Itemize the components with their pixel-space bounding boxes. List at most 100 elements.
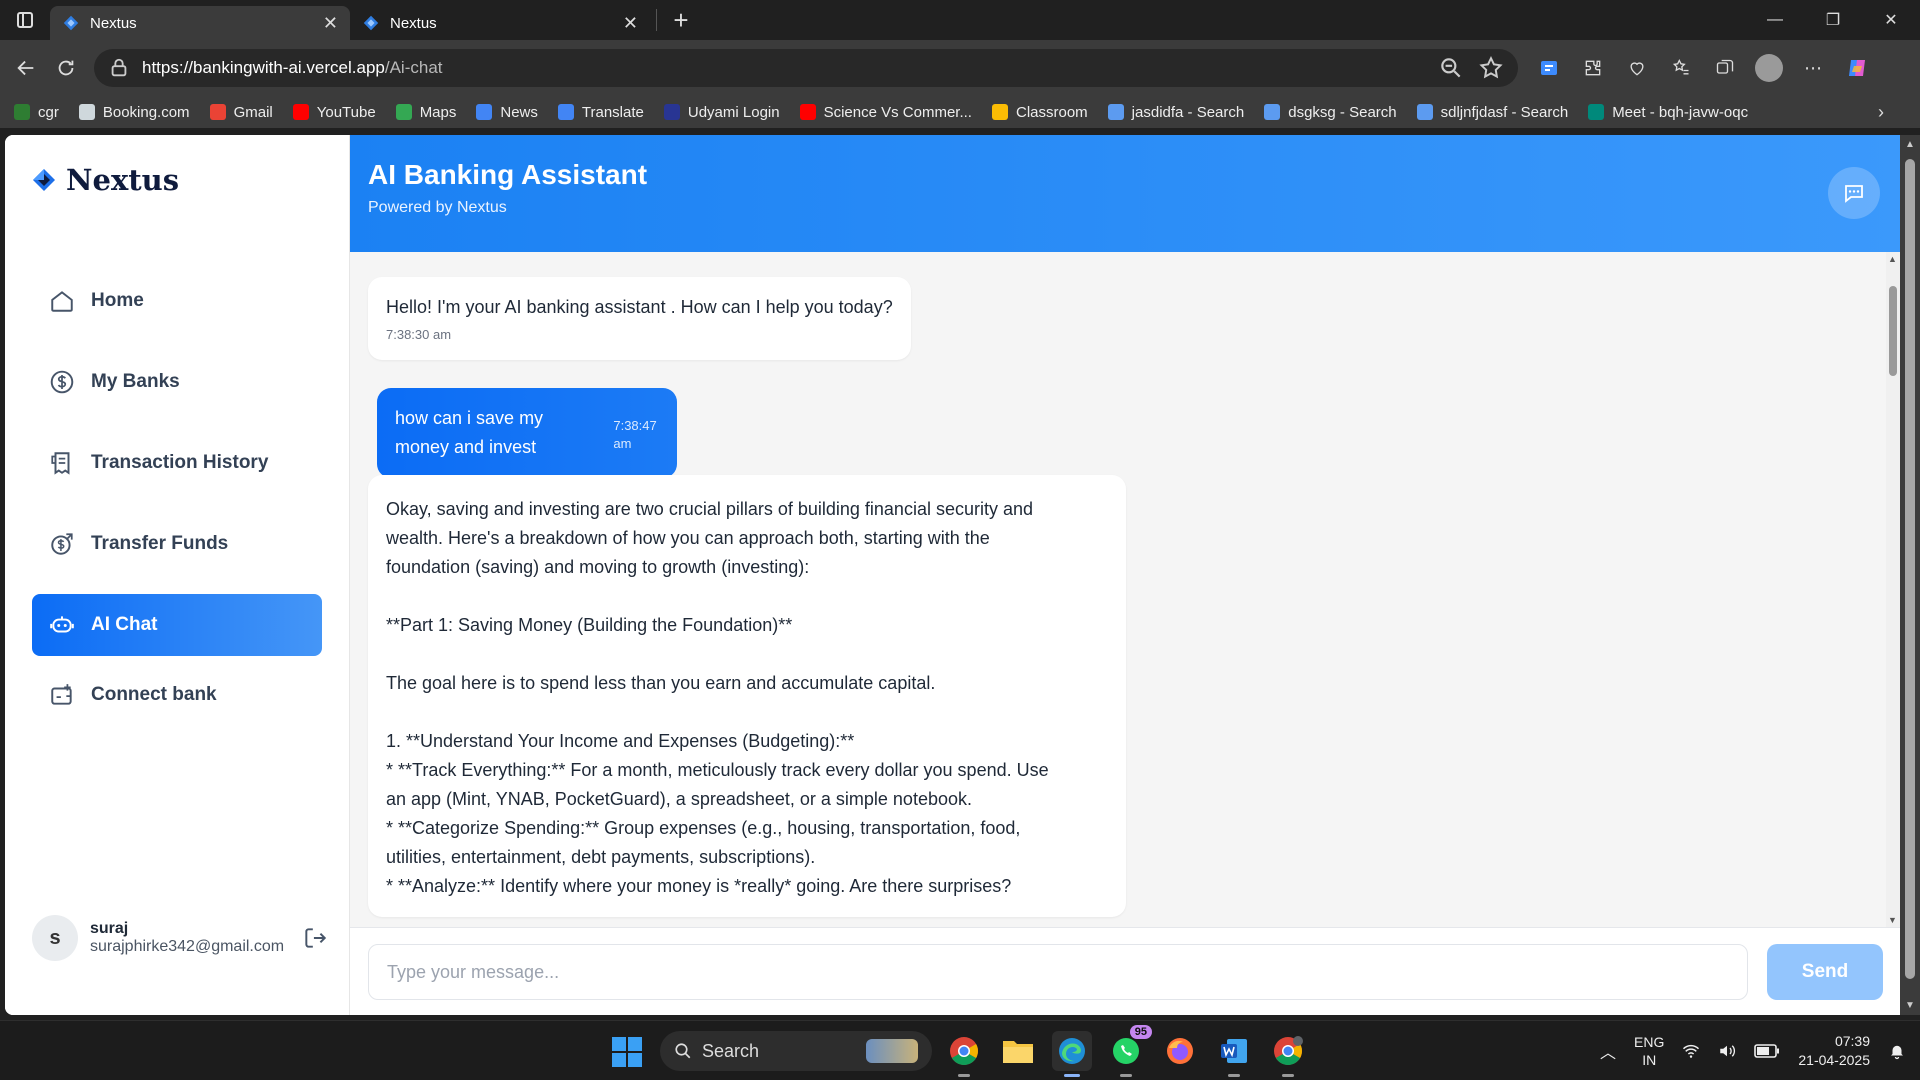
back-button[interactable] <box>8 50 44 86</box>
send-button[interactable]: Send <box>1767 944 1883 1000</box>
message-time: 7:38:47 am <box>613 418 657 451</box>
message-input[interactable] <box>368 944 1748 1000</box>
sidebar-item-my-banks[interactable]: My Banks <box>32 351 322 413</box>
bookmark-label: Gmail <box>233 103 273 121</box>
bookmark-favicon-icon <box>14 104 30 120</box>
sidebar-item-transaction-history[interactable]: Transaction History <box>32 432 322 494</box>
message-line: wealth. Here's a breakdown of how you ca… <box>386 528 990 548</box>
chevron-up-icon[interactable]: ︿ <box>1600 1039 1616 1063</box>
chrome-app[interactable] <box>944 1031 984 1077</box>
performance-button[interactable] <box>1622 53 1652 83</box>
nextus-logo-icon <box>33 169 55 191</box>
browser-tab-title: Nextus <box>390 14 437 32</box>
extension-button[interactable] <box>1534 53 1564 83</box>
chat-options-button[interactable] <box>1828 167 1880 219</box>
start-button[interactable] <box>612 1037 642 1067</box>
edge-icon <box>1059 1038 1085 1064</box>
bookmark-item[interactable]: Meet - bqh-javw-oqc <box>1588 104 1748 121</box>
bookmark-item[interactable]: Maps <box>395 104 456 121</box>
volume-icon[interactable] <box>1718 1043 1736 1059</box>
favorites-button[interactable] <box>1666 53 1696 83</box>
bookmark-item[interactable]: News <box>476 104 538 121</box>
user-info: suraj surajphirke342@gmail.com <box>90 920 284 956</box>
firefox-icon <box>1167 1038 1193 1064</box>
brand[interactable]: Nextus <box>32 163 179 197</box>
word-app[interactable] <box>1214 1031 1254 1077</box>
sidebar-item-ai-chat[interactable]: AI Chat <box>32 594 322 656</box>
bookmark-item[interactable]: dsgksg - Search <box>1264 104 1397 121</box>
minimize-icon[interactable]: — <box>1746 0 1804 40</box>
sidebar-item-transfer-funds[interactable]: Transfer Funds <box>32 513 322 575</box>
scroll-up-icon[interactable]: ▲ <box>1888 254 1897 264</box>
more-bookmarks-icon[interactable]: › <box>1878 102 1884 123</box>
browser-tabstrip: Nextus ✕ Nextus ✕ + — ❐ ✕ <box>0 0 1920 40</box>
more-options-button[interactable]: ⋯ <box>1798 53 1828 83</box>
message-line: * **Track Everything:** For a month, met… <box>386 760 1049 780</box>
message-text: how can i save my money and invest <box>395 408 544 457</box>
browser-tab-1[interactable]: Nextus ✕ <box>50 6 350 40</box>
site-info-icon[interactable] <box>108 57 130 79</box>
message-line: The goal here is to spend less than you … <box>386 673 936 693</box>
bookmark-item[interactable]: sdljnfjdasf - Search <box>1416 104 1568 121</box>
scrollbar-thumb[interactable] <box>1889 286 1897 376</box>
bookmark-item[interactable]: Translate <box>557 104 644 121</box>
whatsapp-app[interactable]: 95 <box>1106 1025 1152 1077</box>
file-explorer-app[interactable] <box>998 1031 1038 1071</box>
bookmark-item[interactable]: jasdidfa - Search <box>1107 104 1244 121</box>
refresh-button[interactable] <box>48 50 84 86</box>
edge-app[interactable] <box>1052 1031 1092 1077</box>
favorite-star-icon[interactable] <box>1478 55 1504 81</box>
user-email: surajphirke342@gmail.com <box>90 938 285 955</box>
message-line: Okay, saving and investing are two cruci… <box>386 499 1033 519</box>
browser-tab-2[interactable]: Nextus ✕ <box>350 6 650 40</box>
bookmark-item[interactable]: Udyami Login <box>663 103 780 121</box>
tab-actions-button[interactable] <box>0 0 50 40</box>
message-time: 7:38:30 am <box>386 327 452 342</box>
bookmark-item[interactable]: Classroom <box>991 104 1088 121</box>
search-label: Search <box>702 1040 760 1061</box>
new-tab-button[interactable]: + <box>663 5 699 36</box>
clock[interactable]: 07:39 21-04-2025 <box>1798 1032 1870 1070</box>
notifications-icon[interactable] <box>1888 1042 1906 1060</box>
firefox-app[interactable] <box>1160 1031 1200 1071</box>
profile-button[interactable] <box>1754 53 1784 83</box>
close-window-icon[interactable]: ✕ <box>1862 0 1920 40</box>
page-scrollbar[interactable]: ▲ ▼ <box>1900 135 1920 1015</box>
chrome-profile-app[interactable] <box>1268 1031 1308 1077</box>
robot-icon <box>50 616 74 633</box>
close-tab-icon[interactable]: ✕ <box>623 13 638 34</box>
restore-icon[interactable]: ❐ <box>1804 0 1862 40</box>
sidebar-item-label: Home <box>91 290 144 311</box>
zoom-icon[interactable] <box>1438 55 1464 81</box>
logout-icon[interactable] <box>302 925 328 951</box>
scroll-down-icon[interactable]: ▼ <box>1888 915 1897 925</box>
message-scrollbar[interactable]: ▲ ▼ <box>1886 252 1900 927</box>
scroll-down-icon[interactable]: ▼ <box>1905 1000 1915 1011</box>
bookmark-item[interactable]: YouTube <box>292 104 376 121</box>
close-tab-icon[interactable]: ✕ <box>323 13 338 34</box>
bookmark-item[interactable]: Science Vs Commer... <box>799 103 972 121</box>
sidebar-item-connect-bank[interactable]: Connect bank <box>32 664 322 726</box>
bookmark-favicon-icon <box>292 104 309 120</box>
language-indicator[interactable]: ENG IN <box>1634 1033 1664 1069</box>
taskbar-search[interactable]: Search <box>660 1031 932 1071</box>
bookmark-item[interactable]: cgr <box>14 104 59 121</box>
bookmark-label: Udyami Login <box>687 103 780 121</box>
extension-blue-icon <box>1541 61 1557 75</box>
wifi-icon[interactable] <box>1682 1043 1700 1059</box>
bookmark-item[interactable]: Gmail <box>209 103 273 121</box>
bookmark-label: Science Vs Commer... <box>823 103 972 121</box>
sidebar-item-home[interactable]: Home <box>32 270 322 332</box>
copilot-button[interactable] <box>1842 53 1872 83</box>
extensions-button[interactable] <box>1578 53 1608 83</box>
refresh-icon <box>58 60 74 76</box>
address-bar[interactable]: https://bankingwith-ai.vercel.app/Ai-cha… <box>94 49 1518 87</box>
folder-icon <box>1003 1041 1033 1063</box>
scroll-up-icon[interactable]: ▲ <box>1905 139 1915 150</box>
search-icon <box>675 1043 691 1059</box>
battery-icon[interactable] <box>1754 1044 1780 1058</box>
chrome-icon <box>950 1037 978 1065</box>
bookmark-item[interactable]: Booking.com <box>78 104 190 121</box>
scrollbar-thumb[interactable] <box>1905 159 1915 979</box>
collections-button[interactable] <box>1710 53 1740 83</box>
